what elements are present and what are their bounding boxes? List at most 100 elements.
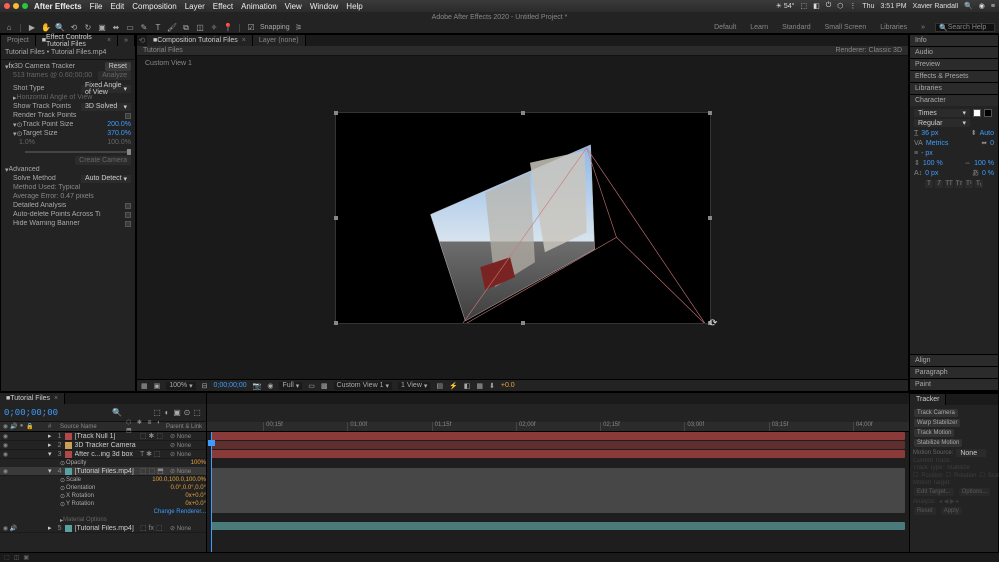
analyze-button[interactable]: Analyze	[98, 71, 131, 80]
tl-icon[interactable]: ⬚	[192, 408, 202, 418]
eye-icon[interactable]: ◉	[2, 525, 9, 532]
workspace-libraries[interactable]: Libraries	[876, 23, 911, 32]
reset-button[interactable]: Reset	[105, 62, 131, 71]
color-swatch[interactable]	[65, 525, 72, 532]
minimize-icon[interactable]	[13, 3, 19, 9]
status-icon[interactable]: ◧	[813, 2, 820, 10]
tl-icon[interactable]: ▣	[172, 408, 182, 418]
tab-timeline[interactable]: ■ Tutorial Files ×	[0, 393, 65, 404]
super-button[interactable]: T¹	[965, 180, 973, 188]
style-select[interactable]: Regular▾	[914, 119, 970, 127]
siri-icon[interactable]: ◉	[979, 2, 985, 10]
prop-opacity[interactable]: Opacity	[66, 460, 191, 466]
tab-project[interactable]: Project	[1, 35, 36, 46]
3dview-select[interactable]: Custom View 1 ▾	[334, 382, 392, 390]
eye-icon[interactable]: ◉	[2, 468, 9, 475]
vscale[interactable]: 100 %	[923, 160, 943, 167]
composition-viewer[interactable]: Custom View 1	[137, 56, 908, 379]
parent-select[interactable]: ⊘ None	[170, 442, 206, 449]
menu-window[interactable]: Window	[310, 2, 338, 11]
workspace-small[interactable]: Small Screen	[821, 23, 871, 32]
time-ruler[interactable]: 00;15f 01;00f 01;15f 02;00f 02;15f 03;00…	[207, 422, 909, 432]
color-swatch[interactable]	[65, 451, 72, 458]
font-size[interactable]: 36 px	[921, 130, 938, 137]
prop-orientation[interactable]: Orientation	[66, 485, 170, 491]
parent-select[interactable]: ⊘ None	[170, 525, 206, 532]
baseline[interactable]: 0 px	[925, 170, 938, 177]
sync-icon[interactable]: ⟲	[137, 36, 147, 45]
prop-scale[interactable]: Scale	[66, 477, 152, 483]
close-icon[interactable]: ×	[54, 395, 58, 402]
track-pt-size-value[interactable]: 200.0%	[107, 121, 131, 128]
magnification-select[interactable]: 100% ▾	[166, 382, 195, 390]
shape-tool-icon[interactable]: ▭	[125, 23, 135, 33]
snapping-label[interactable]: Snapping	[260, 24, 290, 31]
exposure[interactable]: +0.0	[501, 382, 515, 389]
detailed-checkbox[interactable]	[125, 203, 131, 209]
eye-icon[interactable]: ◉	[2, 433, 9, 440]
panel-character[interactable]: Character	[910, 95, 998, 106]
type-tool-icon[interactable]: T	[153, 23, 163, 33]
color-swatch[interactable]	[65, 433, 72, 440]
layer-name[interactable]: After c...ing 3d box	[75, 451, 140, 458]
panel-audio[interactable]: Audio	[910, 47, 998, 58]
notif-icon[interactable]: ≡	[991, 3, 995, 10]
status-user[interactable]: Xavier Randall	[913, 3, 959, 10]
workspace-more-icon[interactable]: »	[917, 23, 929, 32]
hand-tool-icon[interactable]: ✋	[41, 23, 51, 33]
window-controls[interactable]	[4, 3, 28, 9]
playhead[interactable]	[211, 432, 212, 552]
dropbox-icon[interactable]: ⬡	[837, 2, 843, 10]
smallcaps-button[interactable]: Tᴛ	[955, 180, 963, 188]
solo-icon[interactable]: ●	[18, 423, 25, 430]
speaker-icon[interactable]: 🔊	[10, 423, 17, 430]
prop-yrot[interactable]: Y Rotation	[66, 501, 185, 507]
pixel-icon[interactable]: ▤	[436, 382, 443, 390]
mask-icon[interactable]: ▣	[154, 382, 161, 390]
close-icon[interactable]: ×	[242, 37, 246, 44]
renderer-value[interactable]: Classic 3D	[869, 47, 902, 54]
render-track-checkbox[interactable]	[125, 113, 131, 119]
views-select[interactable]: 1 View ▾	[398, 382, 430, 390]
track-area[interactable]	[207, 432, 909, 552]
scale-value[interactable]: 100.0,100.0,100.0%	[152, 477, 206, 483]
fill-swatch[interactable]	[973, 109, 981, 117]
brush-tool-icon[interactable]: 🖌	[167, 23, 177, 33]
fast-icon[interactable]: ⚡	[449, 382, 458, 390]
caps-button[interactable]: TT	[945, 180, 953, 188]
wifi-icon[interactable]: ⋮	[849, 2, 856, 10]
col-parent[interactable]: Parent & Link	[166, 424, 206, 430]
lock-icon[interactable]: 🔒	[26, 423, 33, 430]
spotlight-icon[interactable]: 🔍	[964, 2, 973, 10]
solve-method-select[interactable]: Auto Detect▾	[81, 175, 131, 183]
close-icon[interactable]: ×	[107, 37, 111, 44]
panel-info[interactable]: Info	[910, 35, 998, 46]
prop-material[interactable]: Material Options	[63, 517, 206, 523]
puppet-tool-icon[interactable]: 📍	[223, 23, 233, 33]
xrot-value[interactable]: 0x+0.0°	[185, 493, 206, 499]
home-icon[interactable]: ⌂	[4, 23, 14, 33]
eye-icon[interactable]: ◉	[2, 451, 9, 458]
layer-name[interactable]: 3D Tracker Camera	[75, 442, 140, 449]
status-icon[interactable]: ◫	[14, 554, 20, 561]
tracking[interactable]: 0	[990, 140, 994, 147]
grid-icon[interactable]: ▦	[141, 382, 148, 390]
menu-edit[interactable]: Edit	[110, 2, 124, 11]
kerning[interactable]: Metrics	[926, 140, 949, 147]
roi-icon[interactable]: ▭	[308, 382, 315, 390]
roto-tool-icon[interactable]: ✧	[209, 23, 219, 33]
shot-type-select[interactable]: Fixed Angle of View▾	[81, 85, 131, 93]
status-icon[interactable]: ⬚	[800, 2, 807, 10]
close-icon[interactable]	[4, 3, 10, 9]
tl-icon[interactable]: ⊙	[182, 408, 192, 418]
effect-name[interactable]: 3D Camera Tracker	[14, 63, 101, 70]
snap-opts-icon[interactable]: ⚞	[294, 23, 304, 33]
workspace-default[interactable]: Default	[710, 23, 740, 32]
hscale[interactable]: 100 %	[974, 160, 994, 167]
clone-tool-icon[interactable]: ⧉	[181, 23, 191, 33]
panel-libraries[interactable]: Libraries	[910, 83, 998, 94]
target-size-value[interactable]: 370.0%	[107, 130, 131, 137]
tab-more-icon[interactable]: »	[118, 35, 135, 46]
tab-tracker[interactable]: Tracker	[910, 394, 946, 405]
eye-icon[interactable]: ◉	[2, 442, 9, 449]
